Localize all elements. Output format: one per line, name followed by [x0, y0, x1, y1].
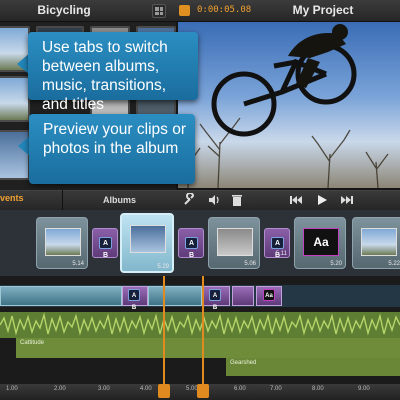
clip-thumbnail: [361, 228, 397, 256]
clip-duration: 5.22: [388, 261, 400, 267]
wrench-icon[interactable]: [182, 193, 196, 207]
clip-thumbnail: [45, 228, 81, 256]
clip-duration: 5.06: [244, 261, 256, 267]
trash-icon[interactable]: [231, 193, 243, 207]
transition-icon: A B: [99, 237, 112, 259]
transition-icon: A B: [128, 289, 140, 311]
timeline-video-clip[interactable]: [148, 286, 202, 306]
storyboard-clip-selected[interactable]: 5.29: [120, 213, 174, 273]
tabs-tip-callout: Use tabs to switch between albums, music…: [28, 32, 198, 113]
storyboard-transition[interactable]: A B: [178, 228, 204, 259]
clip-duration: 5.29: [157, 264, 169, 270]
album-title: Bicycling: [37, 3, 91, 17]
project-title: My Project: [292, 3, 354, 17]
film-icon: [179, 5, 190, 16]
storyboard-clip[interactable]: 5.14: [36, 217, 88, 269]
skip-forward-icon[interactable]: [340, 193, 354, 207]
audio-track[interactable]: [16, 338, 400, 358]
storyboard-clip[interactable]: 5.22: [352, 217, 400, 269]
video-preview[interactable]: [178, 22, 400, 188]
ruler-tick: 8.00: [312, 386, 324, 392]
ruler-tick: 6.00: [234, 386, 246, 392]
audio-clip-label: Gearshed: [230, 360, 257, 366]
library-thumbnail[interactable]: [0, 76, 30, 122]
timeline-transition[interactable]: [232, 286, 254, 306]
grid-view-icon[interactable]: [152, 4, 166, 18]
ruler-tick: 4.00: [140, 386, 152, 392]
transition-duration: 5.11: [275, 251, 287, 257]
transition-icon: A B: [271, 237, 284, 259]
storyboard-transition[interactable]: A B: [92, 228, 118, 259]
clip-duration: 5.20: [330, 261, 342, 267]
clip-thumbnail: [217, 228, 253, 256]
tab-albums[interactable]: Albums: [62, 190, 176, 210]
speaker-icon[interactable]: [207, 193, 221, 207]
clip-thumbnail: [130, 225, 166, 253]
skip-back-icon[interactable]: [289, 193, 303, 207]
audio-waveform: [0, 312, 400, 336]
ruler-tick: 7.00: [270, 386, 282, 392]
clip-duration: 5.14: [72, 261, 84, 267]
ruler-tick: 2.00: [54, 386, 66, 392]
preview-scene: [181, 24, 389, 188]
trim-marker-start[interactable]: [163, 276, 165, 384]
ruler-tick: 9.00: [358, 386, 370, 392]
ruler-tick: 3.00: [98, 386, 110, 392]
transition-icon: A B: [209, 289, 221, 311]
title-clip-icon: Aa: [303, 228, 339, 256]
title-clip-icon: Aa: [263, 289, 275, 301]
storyboard-transition[interactable]: A B 5.11: [264, 228, 290, 259]
trim-handle-icon[interactable]: [158, 384, 170, 398]
storyboard-clip[interactable]: 5.06: [208, 217, 260, 269]
audio-clip-label: Cattitude: [20, 340, 45, 346]
playhead[interactable]: [202, 276, 204, 384]
playhead-handle-icon[interactable]: [197, 384, 209, 398]
audio-track[interactable]: [0, 312, 400, 338]
tab-events[interactable]: vents: [0, 193, 24, 203]
ruler-tick: 1.00: [6, 386, 18, 392]
preview-tip-callout: Preview your clips or photos in the albu…: [29, 114, 195, 184]
timeline-video-clip[interactable]: [0, 286, 122, 306]
ruler-tick: 5.00: [186, 386, 198, 392]
transition-icon: A B: [185, 237, 198, 259]
storyboard-title-clip[interactable]: Aa 5.20: [294, 217, 346, 269]
play-icon[interactable]: [316, 193, 328, 207]
timecode: 0:00:05.08: [197, 5, 252, 15]
